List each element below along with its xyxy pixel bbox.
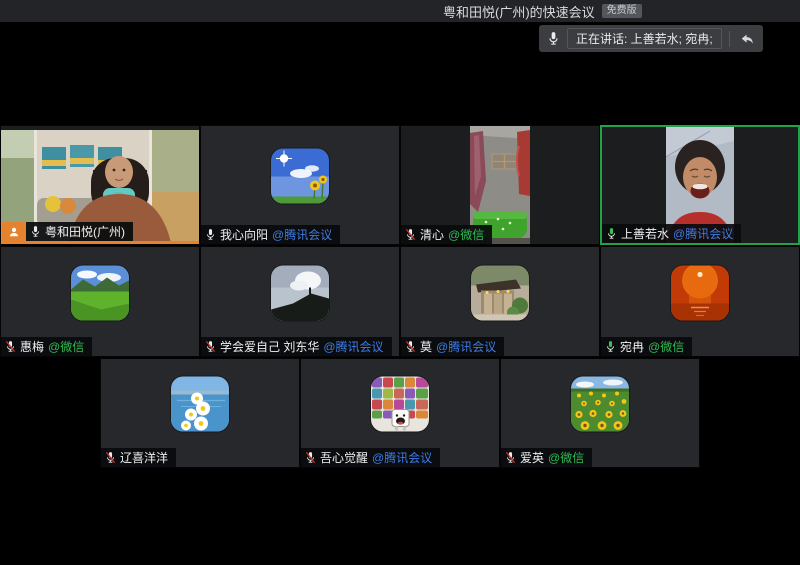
participant-name: 莫 <box>420 338 432 355</box>
free-version-badge[interactable]: 免费版 <box>602 4 642 18</box>
mic-on-icon <box>205 228 216 241</box>
title-group: 粤和田悦(广州)的快速会议 免费版 <box>443 0 642 22</box>
video-tile[interactable]: 学会爱自己 刘东华@腾讯会议 <box>200 246 400 357</box>
video-tile[interactable]: 莫@腾讯会议 <box>400 246 600 357</box>
nameplate: 莫@腾讯会议 <box>401 337 504 356</box>
mic-muted-icon <box>405 228 416 241</box>
platform-suffix: @腾讯会议 <box>436 338 496 355</box>
nameplate: 学会爱自己 刘东华@腾讯会议 <box>201 337 392 356</box>
participant-name: 清心 <box>420 226 444 243</box>
avatar-dusk-hill-cloud <box>271 265 329 320</box>
speaking-now-text: 正在讲话: 上善若水; 宛冉; <box>567 28 722 49</box>
mic-on-icon <box>30 225 41 238</box>
participant-name: 上善若水 <box>621 225 669 242</box>
nameplate: 宛冉@微信 <box>601 337 692 356</box>
platform-suffix: @微信 <box>48 338 84 355</box>
meeting-window: 粤和田悦(广州)的快速会议 免费版 正在讲话: 上善若水; 宛冉; <box>0 0 800 565</box>
participant-name: 惠梅 <box>20 338 44 355</box>
platform-suffix: @腾讯会议 <box>272 226 332 243</box>
host-person-icon <box>8 226 20 238</box>
nameplate: 爱英@微信 <box>501 448 592 467</box>
video-tile[interactable]: 辽喜洋洋 <box>100 358 300 468</box>
mic-muted-icon <box>105 451 116 464</box>
platform-suffix: @腾讯会议 <box>372 449 432 466</box>
titlebar: 粤和田悦(广州)的快速会议 免费版 <box>0 0 800 22</box>
mic-muted-icon <box>405 340 416 353</box>
avatar-sunflower-field <box>571 377 629 432</box>
avatar-daisies-lake <box>171 377 229 432</box>
platform-suffix: @微信 <box>548 449 584 466</box>
video-tile[interactable]: 我心向阳@腾讯会议 <box>200 125 400 245</box>
mic-muted-icon <box>205 340 216 353</box>
speaking-banner: 正在讲话: 上善若水; 宛冉; <box>539 25 763 52</box>
platform-suffix: @腾讯会议 <box>673 225 733 242</box>
participant-name: 我心向阳 <box>220 226 268 243</box>
mic-muted-icon <box>305 451 316 464</box>
participant-name: 吾心觉醒 <box>320 449 368 466</box>
video-tile[interactable]: 清心@微信 <box>400 125 600 245</box>
platform-suffix: @腾讯会议 <box>323 338 383 355</box>
participant-name: 粤和田悦(广州) <box>45 223 125 240</box>
nameplate: 辽喜洋洋 <box>101 448 176 467</box>
participant-name: 学会爱自己 刘东华 <box>220 338 319 355</box>
nameplate: 清心@微信 <box>401 225 492 244</box>
platform-suffix: @微信 <box>648 338 684 355</box>
participant-name: 宛冉 <box>620 338 644 355</box>
platform-suffix: @微信 <box>448 226 484 243</box>
nameplate: 粤和田悦(广州) <box>26 222 133 241</box>
collapse-arrow-icon[interactable] <box>737 30 757 48</box>
meeting-title: 粤和田悦(广州)的快速会议 <box>443 2 595 21</box>
avatar-wooden-house <box>471 265 529 320</box>
video-tile[interactable]: 惠梅@微信 <box>0 246 200 357</box>
avatar-green-meadow <box>71 265 129 320</box>
video-tile-host[interactable]: 粤和田悦(广州) <box>0 125 200 245</box>
avatar-emoji-collage <box>371 377 429 432</box>
video-tile[interactable]: 爱英@微信 <box>500 358 700 468</box>
participant-name: 爱英 <box>520 449 544 466</box>
nameplate: 吾心觉醒@腾讯会议 <box>301 448 440 467</box>
video-tile[interactable]: 宛冉@微信 <box>600 246 800 357</box>
banner-divider <box>729 31 730 47</box>
microphone-icon <box>547 31 560 46</box>
participant-name: 辽喜洋洋 <box>120 449 168 466</box>
mic-muted-icon <box>5 340 16 353</box>
nameplate: 惠梅@微信 <box>1 337 92 356</box>
mic-active-icon <box>606 227 617 240</box>
host-badge <box>2 222 26 241</box>
nameplate: 上善若水@腾讯会议 <box>602 224 741 243</box>
avatar-orange-sunset <box>671 265 729 320</box>
video-tile-active-speaker[interactable]: 上善若水@腾讯会议 <box>600 125 800 245</box>
mic-active-icon <box>605 340 616 353</box>
avatar-sun-sky-sunflower <box>271 148 329 203</box>
mic-muted-icon <box>505 451 516 464</box>
video-tile[interactable]: 吾心觉醒@腾讯会议 <box>300 358 500 468</box>
nameplate: 我心向阳@腾讯会议 <box>201 225 340 244</box>
